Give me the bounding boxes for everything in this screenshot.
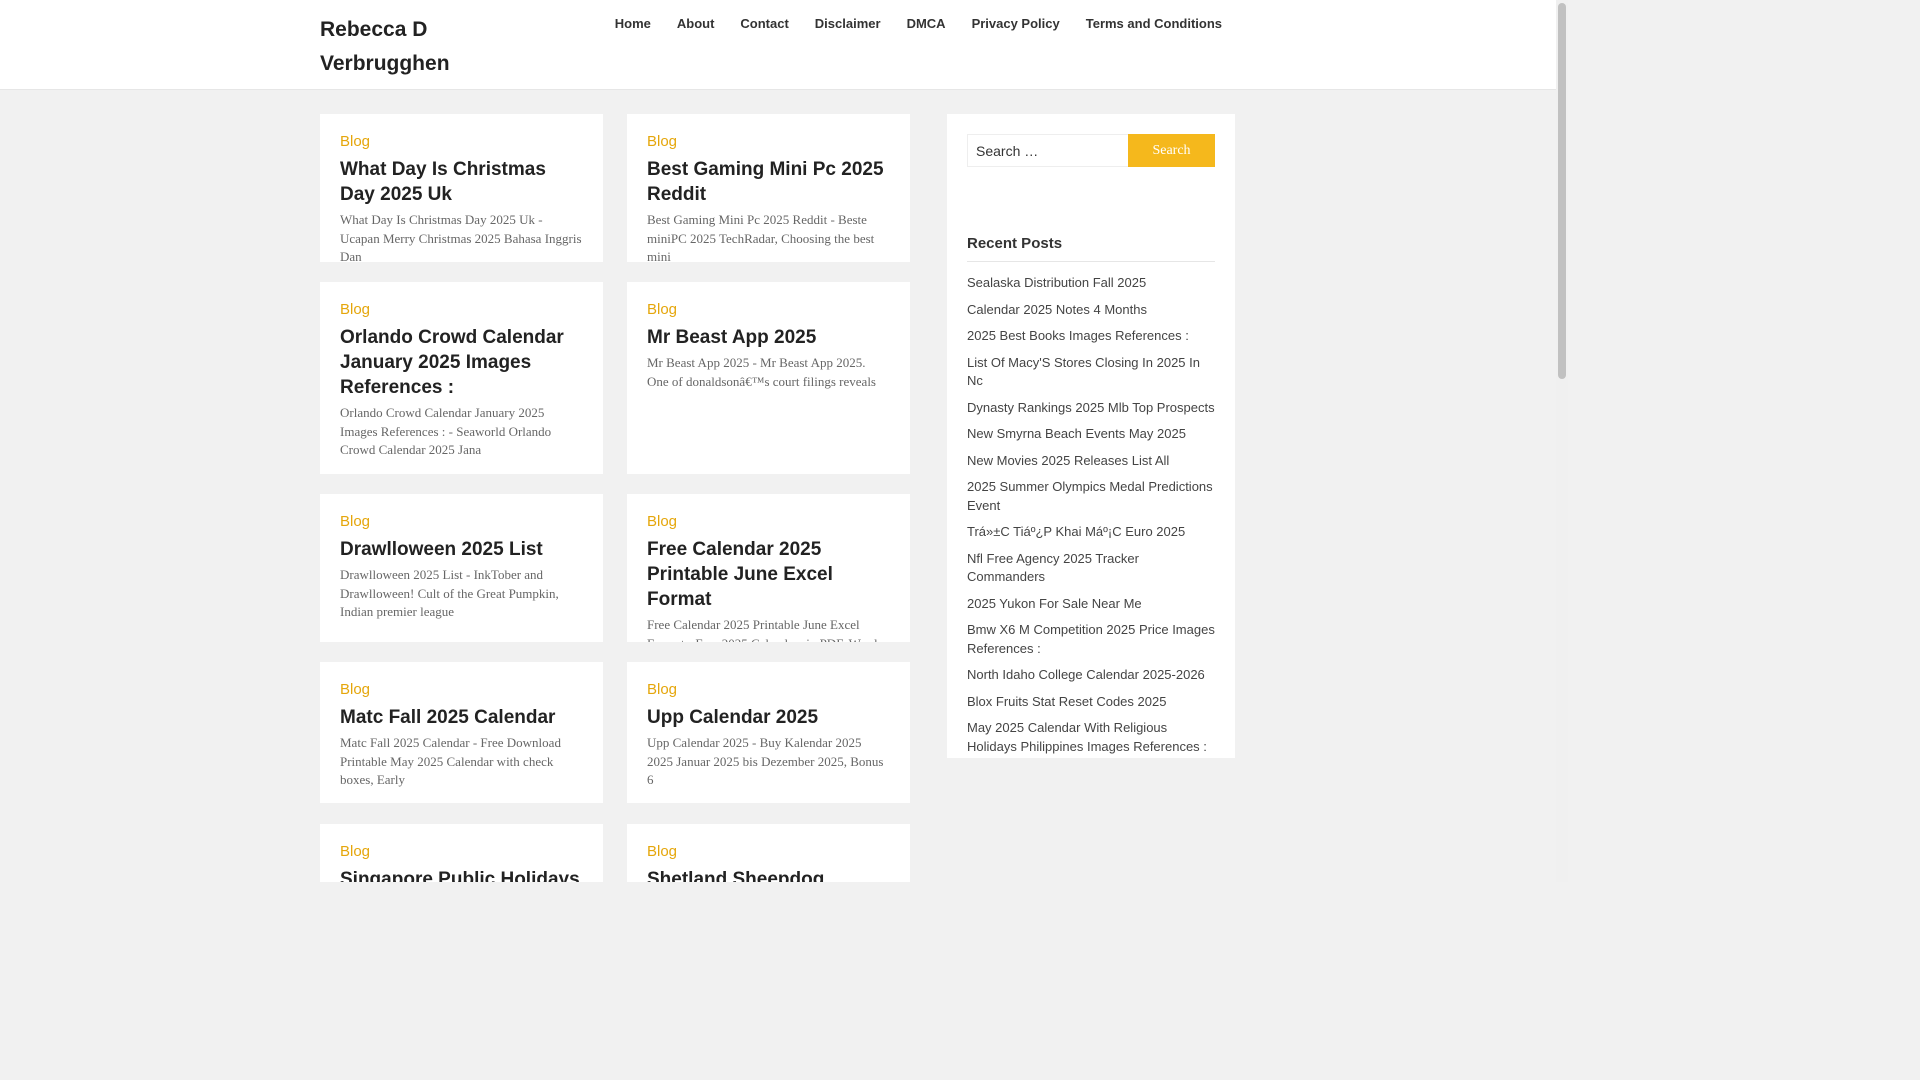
- site-header: Rebecca D Verbrugghen Home About Contact…: [0, 0, 1556, 90]
- post-category[interactable]: Blog: [340, 301, 583, 319]
- recent-post-link[interactable]: Dynasty Rankings 2025 Mlb Top Prospects: [967, 399, 1215, 418]
- recent-post-link[interactable]: Calendar 2025 Notes 4 Months: [967, 301, 1215, 320]
- recent-post-link[interactable]: Bmw X6 M Competition 2025 Price Images R…: [967, 621, 1215, 658]
- post-card: Blog Upp Calendar 2025 Upp Calendar 2025…: [627, 662, 910, 803]
- recent-post-link[interactable]: Sealaska Distribution Fall 2025: [967, 274, 1215, 293]
- recent-post-link[interactable]: Nfl Free Agency 2025 Tracker Commanders: [967, 550, 1215, 587]
- post-category[interactable]: Blog: [340, 681, 583, 699]
- nav-about[interactable]: About: [677, 16, 715, 32]
- post-category[interactable]: Blog: [647, 133, 890, 151]
- post-card: Blog Mr Beast App 2025 Mr Beast App 2025…: [627, 282, 910, 474]
- post-excerpt: Drawlloween 2025 List - InkTober and Dra…: [340, 567, 559, 619]
- recent-post-link[interactable]: List Of Macy'S Stores Closing In 2025 In…: [967, 354, 1215, 391]
- post-excerpt: Matc Fall 2025 Calendar - Free Download …: [340, 735, 561, 787]
- post-excerpt: Orlando Crowd Calendar January 2025 Imag…: [340, 405, 552, 457]
- site-title[interactable]: Rebecca D Verbrugghen: [320, 13, 490, 81]
- post-excerpt: Free Calendar 2025 Printable June Excel …: [647, 617, 880, 642]
- post-category[interactable]: Blog: [647, 301, 890, 319]
- recent-post-link[interactable]: New Movies 2025 Releases List All: [967, 452, 1215, 471]
- post-category[interactable]: Blog: [340, 513, 583, 531]
- recent-post-link[interactable]: New Smyrna Beach Events May 2025: [967, 425, 1215, 444]
- recent-post-link[interactable]: 2025 Best Books Images References :: [967, 327, 1215, 346]
- post-card: Blog Best Gaming Mini Pc 2025 Reddit Bes…: [627, 114, 910, 262]
- post-card: Blog Singapore Public Holidays: [320, 824, 603, 882]
- search-form: Search: [967, 134, 1215, 167]
- nav-home[interactable]: Home: [615, 16, 651, 32]
- post-title[interactable]: Upp Calendar 2025: [647, 705, 890, 730]
- recent-post-link[interactable]: May 2025 Calendar With Religious Holiday…: [967, 719, 1215, 756]
- search-input[interactable]: [967, 134, 1128, 167]
- post-card: Blog Orlando Crowd Calendar January 2025…: [320, 282, 603, 474]
- page-scrollbar[interactable]: [1556, 0, 1568, 882]
- post-excerpt: What Day Is Christmas Day 2025 Uk - Ucap…: [340, 212, 582, 262]
- recent-post-link[interactable]: 2025 Yukon For Sale Near Me: [967, 595, 1215, 614]
- post-title[interactable]: Shetland Sheepdog: [647, 867, 890, 882]
- post-card: Blog Free Calendar 2025 Printable June E…: [627, 494, 910, 642]
- recent-posts-heading: Recent Posts: [967, 235, 1215, 262]
- recent-posts-list: Sealaska Distribution Fall 2025 Calendar…: [967, 274, 1215, 756]
- search-button[interactable]: Search: [1128, 134, 1215, 167]
- post-excerpt: Best Gaming Mini Pc 2025 Reddit - Beste …: [647, 212, 875, 262]
- post-excerpt: Mr Beast App 2025 - Mr Beast App 2025. O…: [647, 355, 876, 389]
- nav-contact[interactable]: Contact: [740, 16, 788, 32]
- post-title[interactable]: Best Gaming Mini Pc 2025 Reddit: [647, 157, 890, 207]
- post-category[interactable]: Blog: [340, 133, 583, 151]
- nav-disclaimer[interactable]: Disclaimer: [815, 16, 881, 32]
- post-title[interactable]: Matc Fall 2025 Calendar: [340, 705, 583, 730]
- main-nav: Home About Contact Disclaimer DMCA Priva…: [589, 16, 1222, 32]
- post-title[interactable]: Drawlloween 2025 List: [340, 537, 583, 562]
- post-card: Blog Shetland Sheepdog: [627, 824, 910, 882]
- recent-post-link[interactable]: 2025 Summer Olympics Medal Predictions E…: [967, 478, 1215, 515]
- nav-privacy-policy[interactable]: Privacy Policy: [972, 16, 1060, 32]
- post-category[interactable]: Blog: [340, 843, 583, 861]
- post-card: Blog What Day Is Christmas Day 2025 Uk W…: [320, 114, 603, 262]
- scrollbar-thumb[interactable]: [1558, 3, 1566, 379]
- recent-post-link[interactable]: Blox Fruits Stat Reset Codes 2025: [967, 693, 1215, 712]
- post-title[interactable]: Orlando Crowd Calendar January 2025 Imag…: [340, 325, 583, 400]
- post-category[interactable]: Blog: [647, 843, 890, 861]
- nav-dmca[interactable]: DMCA: [907, 16, 946, 32]
- post-card: Blog Drawlloween 2025 List Drawlloween 2…: [320, 494, 603, 642]
- recent-post-link[interactable]: North Idaho College Calendar 2025-2026: [967, 666, 1215, 685]
- sidebar: Search Recent Posts Sealaska Distributio…: [947, 114, 1235, 758]
- post-title[interactable]: Mr Beast App 2025: [647, 325, 890, 350]
- post-excerpt: Upp Calendar 2025 - Buy Kalendar 2025 20…: [647, 735, 884, 787]
- post-title[interactable]: What Day Is Christmas Day 2025 Uk: [340, 157, 583, 207]
- recent-post-link[interactable]: Trá»±C Tiáº¿P Khai Máº¡C Euro 2025: [967, 523, 1215, 542]
- nav-terms-and-conditions[interactable]: Terms and Conditions: [1086, 16, 1222, 32]
- post-title[interactable]: Free Calendar 2025 Printable June Excel …: [647, 537, 890, 612]
- post-category[interactable]: Blog: [647, 513, 890, 531]
- post-card: Blog Matc Fall 2025 Calendar Matc Fall 2…: [320, 662, 603, 803]
- post-category[interactable]: Blog: [647, 681, 890, 699]
- post-title[interactable]: Singapore Public Holidays: [340, 867, 583, 882]
